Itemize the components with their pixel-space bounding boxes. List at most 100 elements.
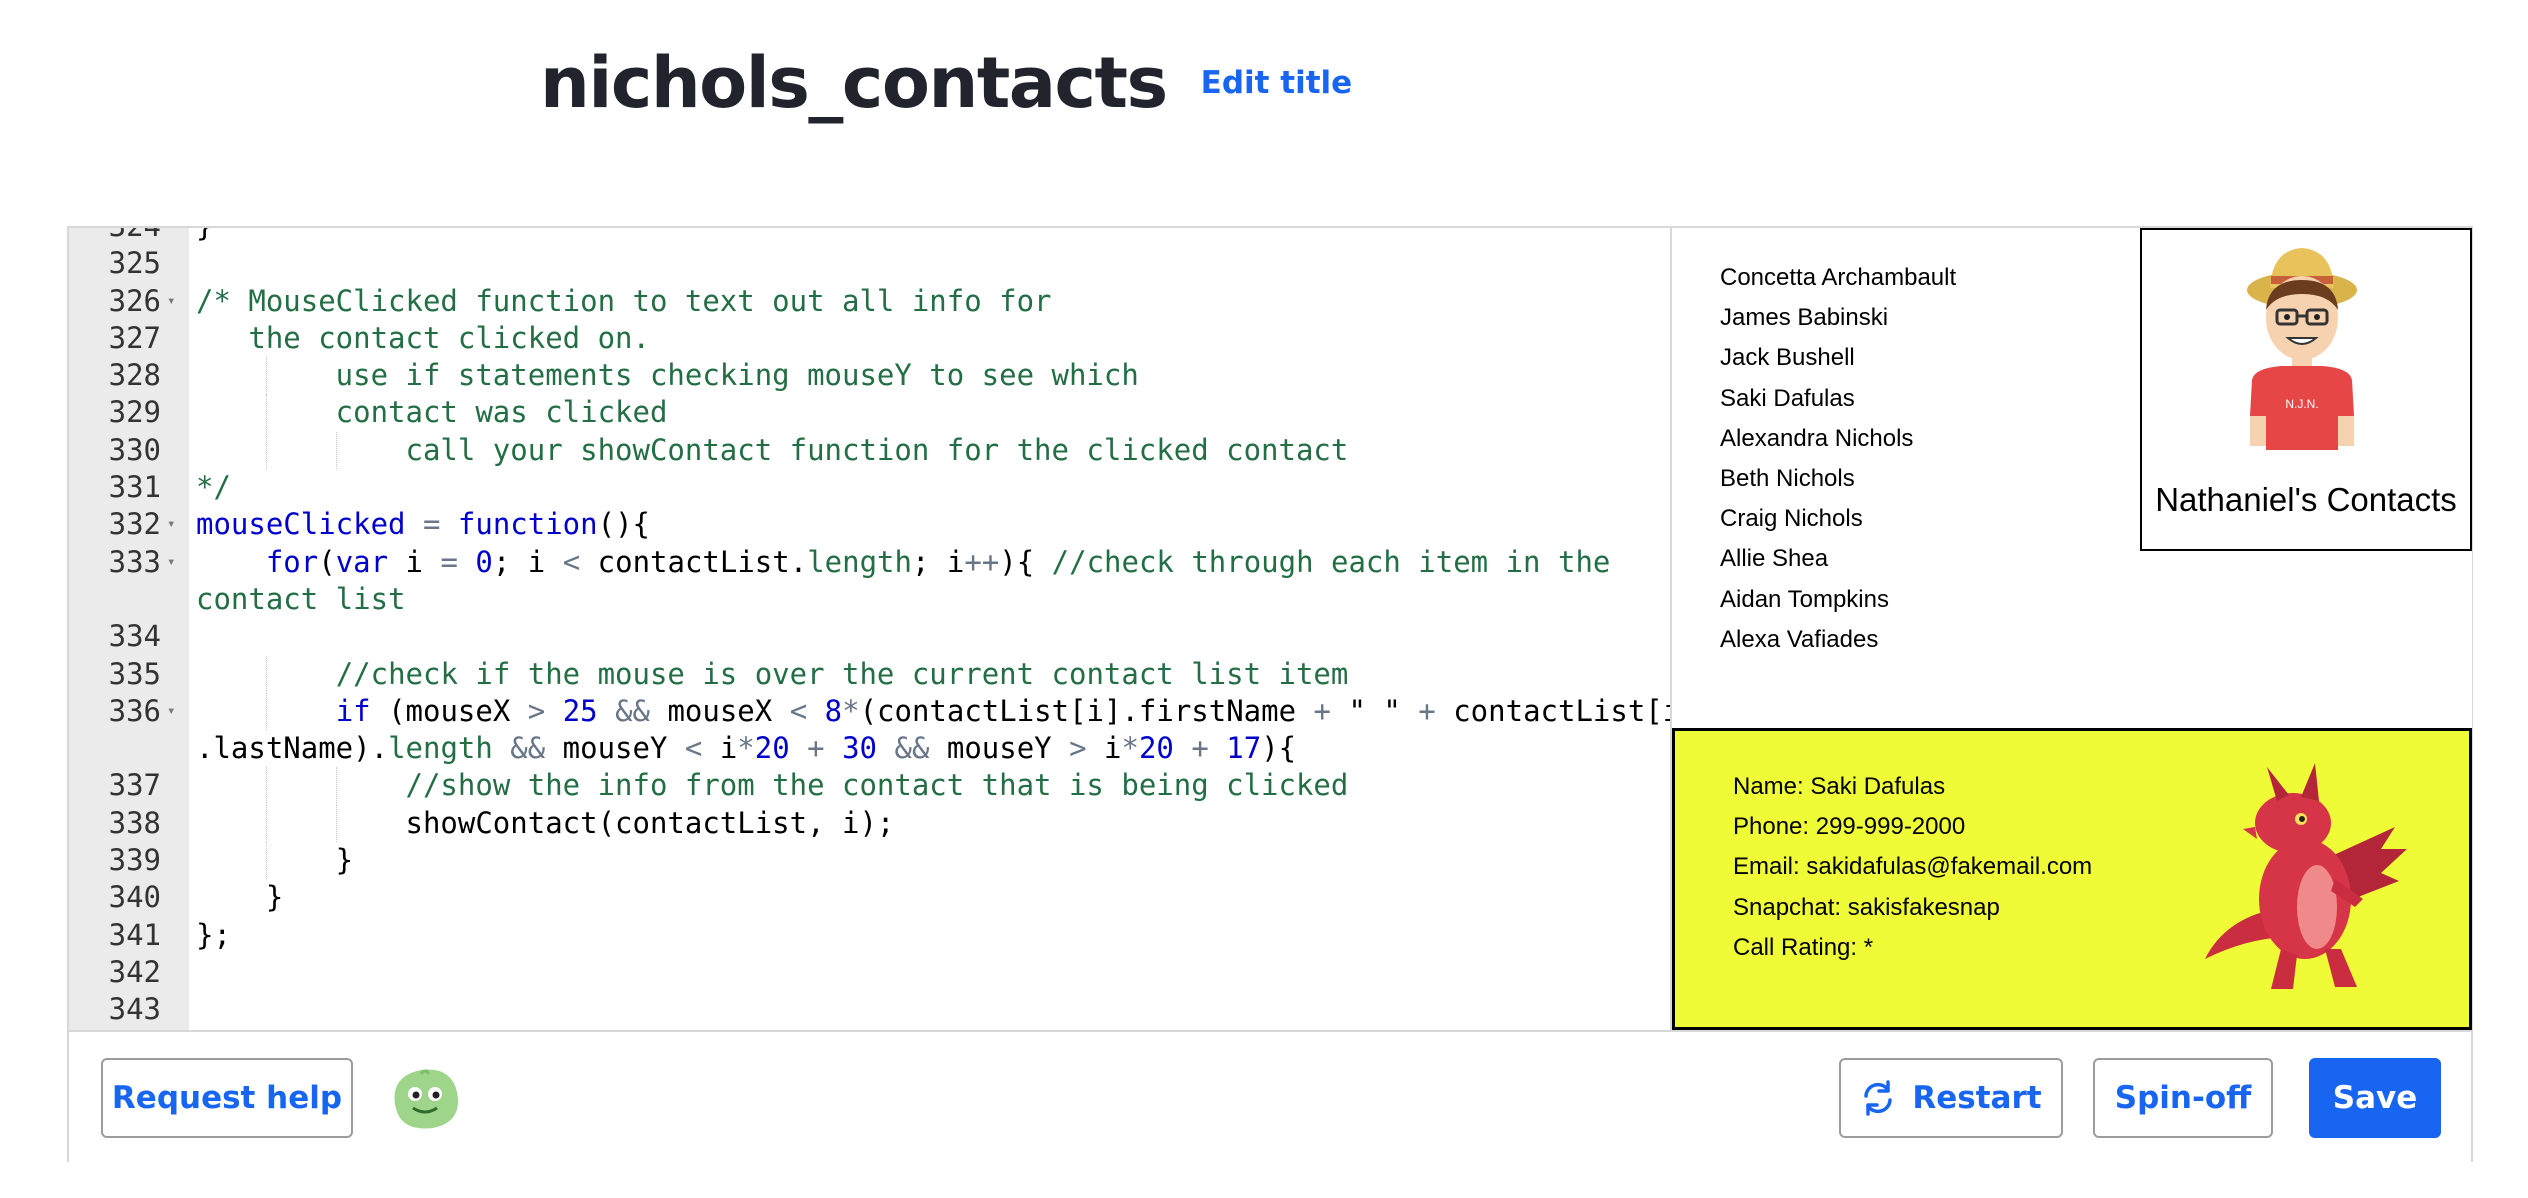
code-token: /* MouseClicked function to text out all… (196, 283, 1052, 318)
code-token: mouseY (929, 731, 1070, 766)
code-line[interactable]: 324} (69, 228, 1670, 245)
code-line[interactable]: 329 contact was clicked (69, 394, 1670, 432)
save-button[interactable]: Save (2309, 1058, 2441, 1138)
code-line[interactable]: 336 ▾ if (mouseX > 25 && mouseX < 8*(cont… (69, 692, 1670, 731)
code-token: use if statements checking mouseY to see… (196, 358, 1139, 393)
code-line[interactable]: 327 the contact clicked on. (69, 320, 1670, 357)
code-line[interactable]: 337 //show the info from the contact tha… (69, 767, 1670, 805)
code-line[interactable]: 334 (69, 618, 1670, 655)
code-token: && (510, 731, 546, 766)
detail-name: Name: Saki Dafulas (1733, 773, 1946, 800)
code-line[interactable]: 339 } (69, 842, 1670, 880)
contact-list-item[interactable]: Allie Shea (1720, 539, 1956, 579)
code-line[interactable]: 331 */ (69, 469, 1670, 506)
edit-title-link[interactable]: Edit title (1201, 65, 1353, 101)
code-line[interactable]: 326 ▾ /* MouseClicked function to text out… (69, 283, 1670, 320)
code-line[interactable]: 333 ▾ for(var i = 0; i < contactList.leng… (69, 544, 1670, 581)
contact-list-item[interactable]: Alexandra Nichols (1720, 419, 1956, 459)
fold-toggle-icon[interactable]: ▾ (167, 283, 175, 320)
code-token: ++ (964, 544, 1000, 579)
spin-off-button[interactable]: Spin-off (2093, 1058, 2273, 1138)
code-line[interactable]: 335 //check if the mouse is over the cur… (69, 655, 1670, 693)
code-line[interactable]: .lastName).length && mouseY < i*20 + 30 … (69, 730, 1670, 767)
code-token: ; i (911, 544, 965, 579)
code-token: < (562, 544, 581, 579)
contact-list-item[interactable]: Jack Bushell (1720, 338, 1956, 378)
code-token: 20 (1138, 731, 1174, 766)
contact-list: Concetta Archambault James Babinski Jack B… (1720, 258, 1956, 660)
code-line[interactable]: 325 (69, 245, 1670, 282)
code-token: //show the info from the contact that is… (405, 768, 1349, 803)
code-token: mouseClicked (196, 507, 406, 542)
code-line[interactable]: contact list (69, 581, 1670, 618)
code-line[interactable]: 338 showContact(contactList, i); (69, 804, 1670, 843)
program-output-canvas[interactable]: Concetta Archambault James Babinski Jack B… (1672, 228, 2472, 1030)
code-token: " " (1330, 693, 1419, 728)
code-token: .lastName). (196, 731, 389, 766)
fold-toggle-icon[interactable]: ▾ (167, 693, 175, 730)
code-line[interactable]: 340 } (69, 879, 1670, 916)
contact-list-item[interactable]: Craig Nichols (1720, 499, 1956, 539)
code-token: */ (196, 470, 231, 505)
code-token: } (196, 880, 284, 915)
contact-list-item[interactable]: James Babinski (1720, 298, 1956, 338)
line-number: 335 (108, 656, 161, 691)
indent-guide (265, 767, 267, 805)
contact-list-item[interactable]: Saki Dafulas (1720, 379, 1956, 419)
code-line[interactable]: 332 ▾ mouseClicked = function(){ (69, 506, 1670, 543)
code-editor[interactable]: 324}325326▾/* MouseClicked function to t… (69, 228, 1672, 1030)
code-text: contact list (196, 581, 406, 618)
code-text: /* MouseClicked function to text out all… (196, 283, 1052, 320)
indent-guide (265, 431, 267, 470)
code-token: function (457, 507, 598, 542)
code-token: //check if the mouse is over the current… (335, 656, 1349, 691)
request-help-button[interactable]: Request help (101, 1058, 353, 1138)
code-token: > (1069, 731, 1087, 766)
code-line[interactable]: 330 call your showContact function for t… (69, 431, 1670, 470)
code-lines[interactable]: 324}325326▾/* MouseClicked function to t… (69, 228, 1670, 1029)
code-text: for(var i = 0; i < contactList.length; i… (196, 544, 1611, 581)
contact-list-item[interactable]: Aidan Tompkins (1720, 580, 1956, 620)
code-token: * (842, 693, 860, 728)
line-number: 330 (108, 432, 161, 467)
contact-list-item[interactable]: Concetta Archambault (1720, 258, 1956, 298)
logo-shirt-text: N.J.N. (2285, 397, 2318, 411)
code-line[interactable]: 341}; (69, 917, 1670, 954)
logo-title: Nathaniel's Contacts (2155, 481, 2457, 518)
code-line[interactable]: 343 (69, 991, 1670, 1028)
code-token: } (196, 228, 213, 243)
fold-toggle-icon[interactable]: ▾ (167, 544, 175, 581)
code-token: //check through each item in the (1051, 544, 1611, 579)
code-token: < (684, 731, 703, 766)
footer-toolbar: Request help Restart Spin-off Save (69, 1030, 2471, 1162)
refresh-icon (1860, 1080, 1896, 1116)
indent-guide (335, 767, 337, 805)
code-token: call your showContact function for the c… (196, 432, 1349, 467)
code-token: > (527, 693, 546, 728)
title-row: nichols_contacts Edit title (540, 38, 1352, 128)
code-line[interactable]: 328 use if statements checking mouseY to… (69, 357, 1670, 395)
restart-button[interactable]: Restart (1839, 1058, 2063, 1138)
code-token: i (388, 544, 441, 579)
avatar[interactable] (387, 1064, 463, 1134)
code-line[interactable]: 342 (69, 954, 1670, 991)
detail-rating: Call Rating: * (1733, 933, 1874, 961)
line-number: 331 (108, 470, 161, 505)
contact-list-item[interactable]: Beth Nichols (1720, 459, 1956, 499)
fold-toggle-icon[interactable]: ▾ (167, 506, 175, 543)
code-token: ){ (1261, 731, 1297, 766)
line-number: 329 (108, 395, 161, 430)
line-number: 337 (108, 768, 161, 803)
line-number: 338 (108, 805, 161, 840)
program-frame: 324}325326▾/* MouseClicked function to t… (67, 226, 2473, 1162)
contact-detail-panel: Name: Saki Dafulas Phone: 299-999-2000 E… (1672, 728, 2472, 1030)
contact-list-item[interactable]: Alexa Vafiades (1720, 620, 1956, 660)
code-token: if (335, 693, 371, 728)
code-token: 8 (824, 693, 843, 728)
